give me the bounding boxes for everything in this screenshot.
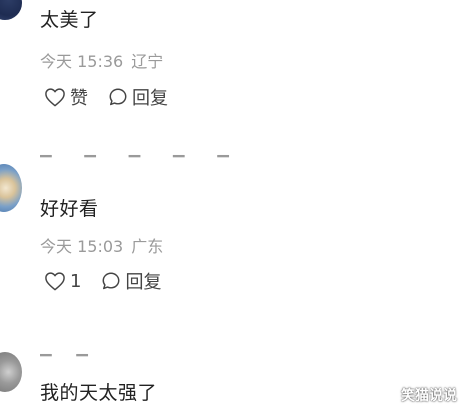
avatar[interactable] [0,164,22,212]
avatar[interactable] [0,352,22,392]
heart-icon [44,271,66,291]
comment-date: 今天 15:36 [40,52,124,71]
comment-actions: 1 回复 [44,268,161,294]
watermark: 笑猫说说 [401,388,457,404]
reply-label: 回复 [132,88,168,109]
comment-bubble-icon [108,87,128,107]
heart-icon [44,87,66,107]
comment-feed: 太美了 今天 15:36辽宁 赞 回复 ▔ ▔ ▔ ▔ ▔ 好好看 今天 15: [0,0,465,415]
like-count: 1 [70,270,82,292]
reply-button[interactable]: 回复 [101,268,161,294]
avatar[interactable] [0,0,22,20]
reply-label: 回复 [125,272,162,293]
like-label: 赞 [70,88,88,109]
username-clipped: ▔ ▔ ▔ ▔ ▔ [40,153,243,161]
comment-date: 今天 15:03 [40,237,124,256]
comment-text: 太美了 [40,9,99,31]
like-button[interactable]: 1 [44,271,81,292]
comment-bubble-icon [101,271,121,291]
comment-meta: 今天 15:36 辽宁 [40,48,163,72]
username-clipped: ▔ ▔ [40,352,98,360]
like-button[interactable]: 赞 [44,84,88,110]
comment-actions: 赞 回复 [44,84,168,110]
comment-text: 好好看 [40,198,99,220]
comment-meta: 今天 15:03 广东 [40,233,163,257]
comment-location: 广东 [131,237,164,256]
reply-button[interactable]: 回复 [108,84,168,110]
comment-location: 辽宁 [131,52,164,71]
comment-text: 我的天太强了 [40,382,158,404]
